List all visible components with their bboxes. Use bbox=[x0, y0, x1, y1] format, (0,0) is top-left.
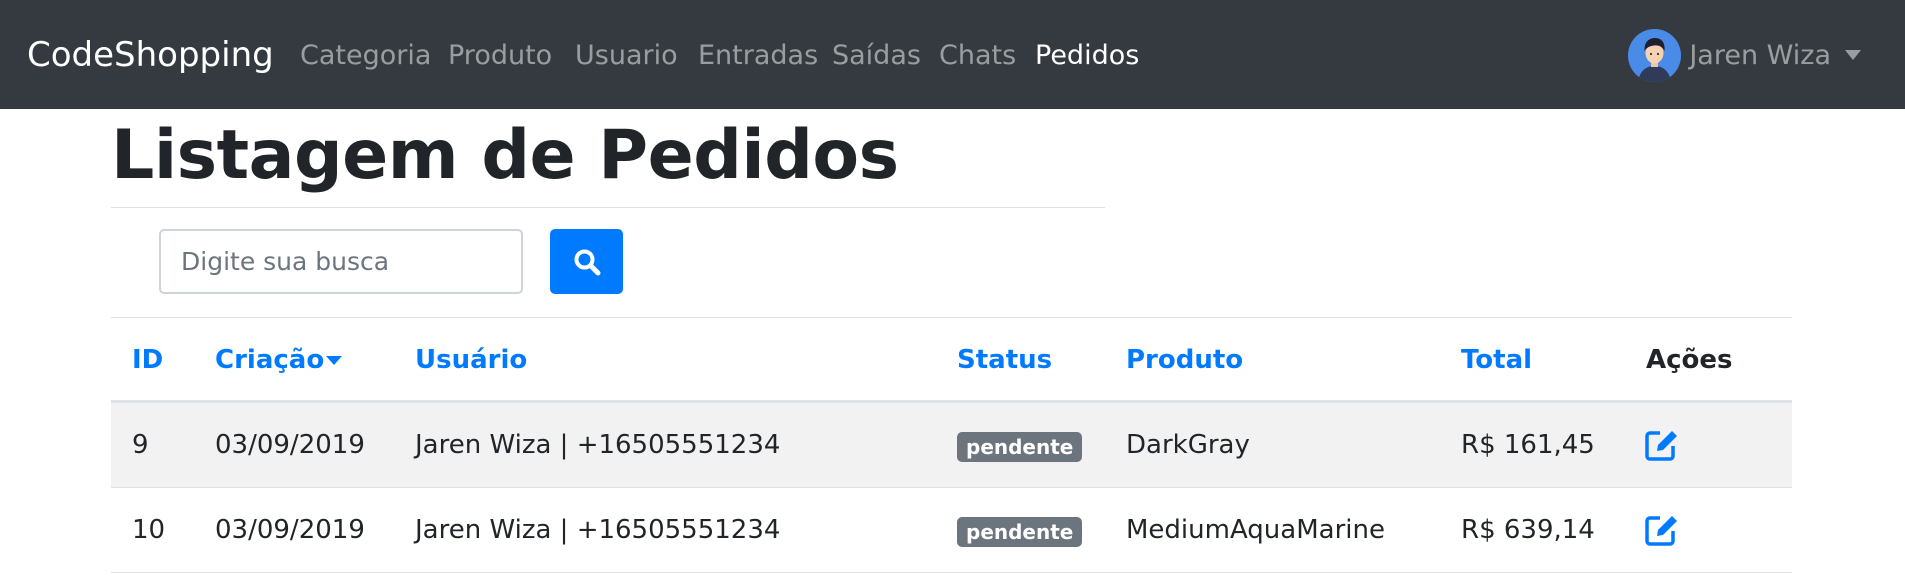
user-name: Jaren Wiza bbox=[1689, 39, 1831, 71]
cell-user: Jaren Wiza | +16505551234 bbox=[415, 515, 781, 545]
header-total[interactable]: Total bbox=[1461, 342, 1532, 378]
header-criacao[interactable]: Criação bbox=[215, 342, 343, 378]
cell-created: 03/09/2019 bbox=[215, 515, 365, 545]
cell-user: Jaren Wiza | +16505551234 bbox=[415, 430, 781, 460]
header-id[interactable]: ID bbox=[132, 342, 163, 378]
search-input[interactable] bbox=[159, 229, 523, 294]
nav-link-entradas[interactable]: Entradas bbox=[698, 38, 818, 74]
brand-logo[interactable]: CodeShopping bbox=[27, 34, 274, 76]
nav-link-produto[interactable]: Produto bbox=[448, 38, 552, 74]
search-icon bbox=[574, 249, 600, 275]
search-button[interactable] bbox=[550, 229, 623, 294]
header-acoes: Ações bbox=[1646, 345, 1733, 375]
page-title: Listagem de Pedidos bbox=[111, 116, 899, 195]
navbar: CodeShopping Categoria Produto Usuario E… bbox=[0, 0, 1905, 109]
edit-icon[interactable] bbox=[1645, 429, 1679, 461]
title-divider bbox=[111, 207, 1105, 208]
header-status[interactable]: Status bbox=[957, 342, 1052, 378]
table-row: 10 03/09/2019 Jaren Wiza | +16505551234 … bbox=[111, 488, 1792, 573]
header-criacao-label: Criação bbox=[215, 345, 325, 375]
nav-link-chats[interactable]: Chats bbox=[939, 38, 1016, 74]
avatar bbox=[1628, 28, 1682, 82]
nav-link-pedidos[interactable]: Pedidos bbox=[1035, 38, 1139, 74]
cell-product: DarkGray bbox=[1126, 430, 1250, 460]
nav-link-saidas[interactable]: Saídas bbox=[832, 38, 921, 74]
table-row: 9 03/09/2019 Jaren Wiza | +16505551234 p… bbox=[111, 403, 1792, 488]
status-badge: pendente bbox=[957, 432, 1083, 462]
header-produto[interactable]: Produto bbox=[1126, 342, 1243, 378]
sort-desc-icon bbox=[326, 356, 343, 365]
user-menu[interactable]: Jaren Wiza bbox=[1628, 28, 1861, 82]
chevron-down-icon bbox=[1845, 50, 1861, 60]
edit-icon[interactable] bbox=[1645, 514, 1679, 546]
nav-link-usuario[interactable]: Usuario bbox=[575, 38, 678, 74]
cell-product: MediumAquaMarine bbox=[1126, 515, 1385, 545]
header-usuario[interactable]: Usuário bbox=[415, 342, 527, 378]
table-header: ID Criação Usuário Status Produto Total … bbox=[111, 317, 1792, 403]
status-badge: pendente bbox=[957, 517, 1083, 547]
cell-id: 10 bbox=[132, 515, 166, 545]
orders-table: ID Criação Usuário Status Produto Total … bbox=[111, 317, 1792, 573]
cell-created: 03/09/2019 bbox=[215, 430, 365, 460]
nav-link-categoria[interactable]: Categoria bbox=[300, 38, 431, 74]
cell-id: 9 bbox=[132, 430, 149, 460]
cell-total: R$ 639,14 bbox=[1461, 515, 1595, 545]
cell-total: R$ 161,45 bbox=[1461, 430, 1595, 460]
